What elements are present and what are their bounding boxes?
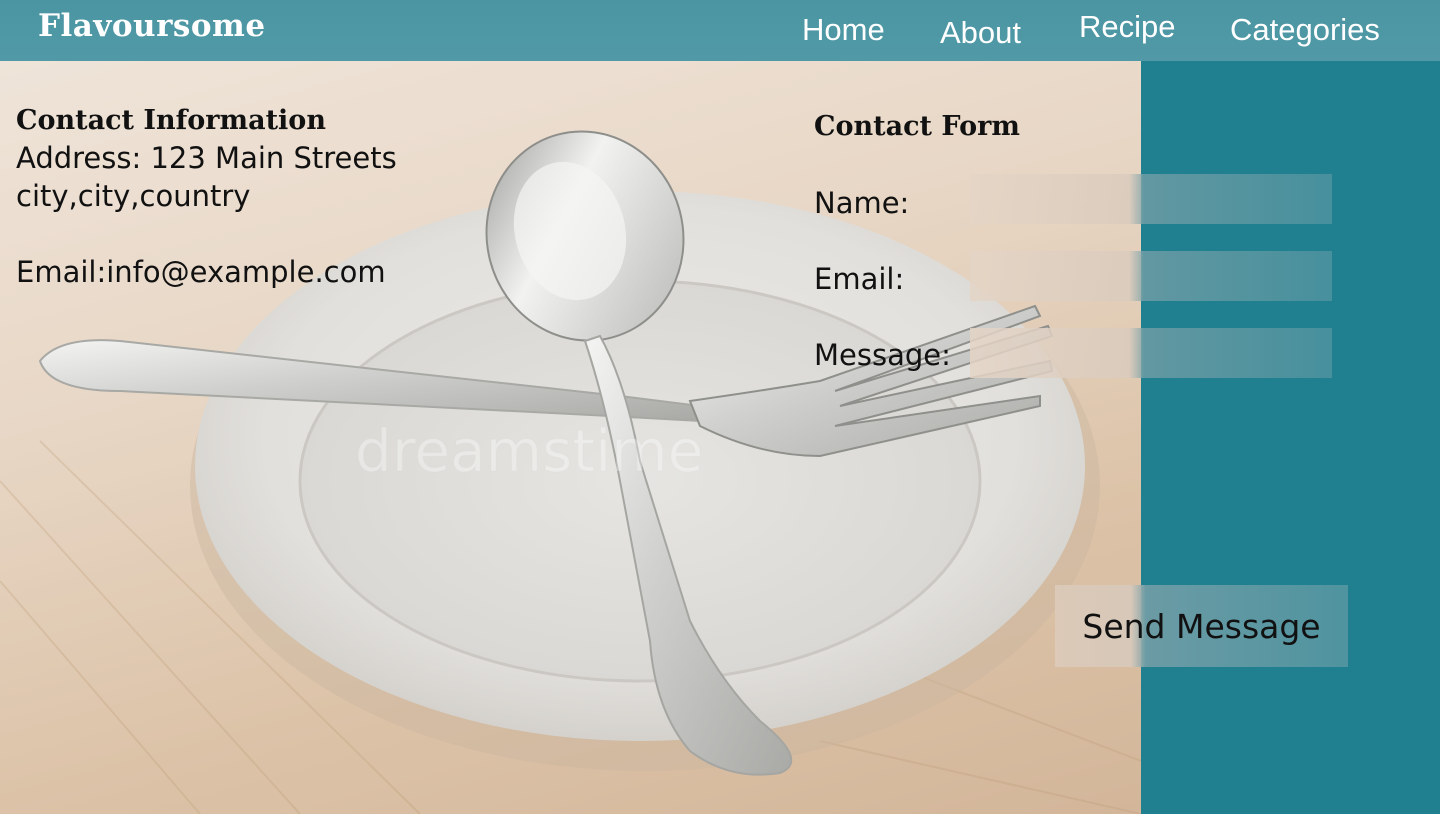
brand-logo[interactable]: Flavoursome	[38, 8, 266, 44]
nav-link-categories[interactable]: Categories	[1230, 12, 1380, 48]
top-navbar: Flavoursome Home About Recipe Categories	[0, 0, 1440, 61]
nav-link-recipe[interactable]: Recipe	[1079, 9, 1176, 45]
message-input[interactable]	[970, 328, 1332, 378]
name-label: Name:	[814, 186, 910, 220]
email-input[interactable]	[970, 251, 1332, 301]
email-label: Email:	[814, 262, 905, 296]
contact-info-section: Contact Information Address: 123 Main St…	[16, 103, 397, 291]
address-line-1: Address: 123 Main Streets	[16, 141, 397, 175]
name-input[interactable]	[970, 174, 1332, 224]
watermark-text: dreamstime	[355, 417, 703, 485]
contact-email: Email:info@example.com	[16, 255, 386, 289]
send-message-button[interactable]: Send Message	[1055, 585, 1348, 667]
contact-form-title: Contact Form	[814, 111, 1020, 142]
message-label: Message:	[814, 338, 951, 372]
nav-link-home[interactable]: Home	[802, 12, 885, 48]
contact-info-title: Contact Information	[16, 105, 326, 136]
nav-link-about[interactable]: About	[940, 15, 1021, 51]
address-line-2: city,city,country	[16, 179, 251, 213]
